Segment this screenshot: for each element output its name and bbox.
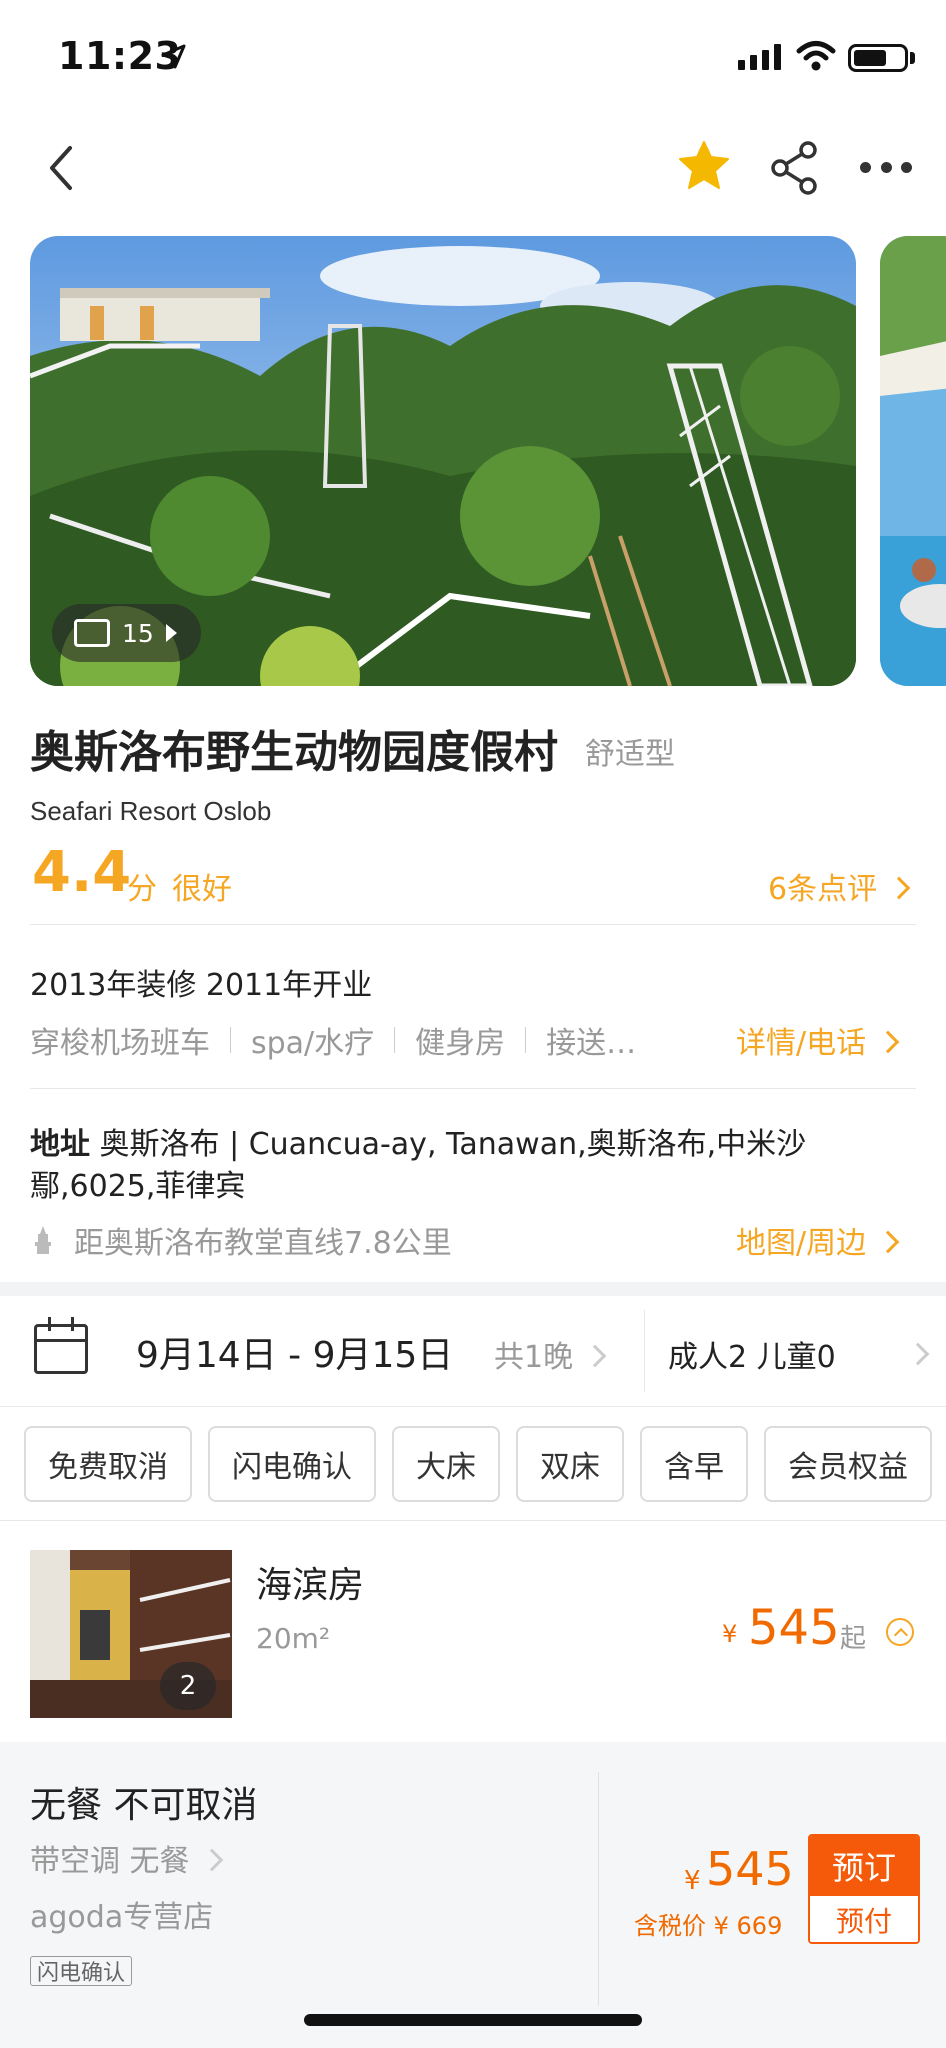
- facility-item: 接送…: [546, 1026, 637, 1061]
- rate-plan-subtitle: 带空调 无餐: [30, 1844, 190, 1879]
- photo-count-badge[interactable]: 15: [52, 604, 201, 662]
- hotel-address: 地址 奥斯洛布 | Cuancua-ay, Tanawan,奥斯洛布,中米沙鄢,…: [30, 1124, 910, 1208]
- wifi-icon: [796, 41, 836, 71]
- reviews-link-label: 6条点评: [768, 872, 878, 907]
- home-indicator[interactable]: [304, 2014, 642, 2026]
- room-photo[interactable]: 2: [30, 1550, 232, 1718]
- chevron-right-icon: [200, 1848, 223, 1872]
- hotel-type: 舒适型: [585, 737, 675, 772]
- chevron-right-icon: [906, 1342, 930, 1366]
- filter-breakfast[interactable]: 含早: [640, 1426, 748, 1502]
- rating-description: 很好: [172, 872, 232, 907]
- location-arrow-icon: [161, 44, 186, 69]
- cellular-signal-icon: [738, 44, 781, 70]
- battery-icon: [848, 44, 908, 72]
- map-nearby-link[interactable]: 地图/周边: [736, 1218, 900, 1262]
- filter-king-bed[interactable]: 大床: [392, 1426, 500, 1502]
- room-price-suffix: 起: [840, 1624, 867, 1654]
- facility-item: spa/水疗: [251, 1026, 375, 1061]
- facility-item: 穿梭机场班车: [30, 1026, 210, 1061]
- nights-label: 共1晚: [494, 1340, 574, 1375]
- book-button-sublabel: 预付: [810, 1896, 918, 1942]
- share-icon[interactable]: [768, 140, 824, 196]
- chevron-right-icon: [887, 876, 911, 900]
- room-price-currency: ¥: [722, 1620, 738, 1648]
- nights-count[interactable]: 共1晚: [494, 1332, 607, 1376]
- facility-separator: [394, 1027, 396, 1053]
- room-name: 海滨房: [256, 1565, 365, 1606]
- rate-plan-store: agoda专营店: [30, 1900, 214, 1935]
- collapse-up-icon[interactable]: [886, 1618, 914, 1646]
- divider: [0, 1520, 946, 1521]
- hotel-english-name: Seafari Resort Oslob: [30, 796, 272, 826]
- filter-twin-beds[interactable]: 双床: [516, 1426, 624, 1502]
- address-label: 地址: [30, 1127, 90, 1162]
- map-nearby-label: 地图/周边: [736, 1226, 867, 1261]
- rate-price: 545: [706, 1842, 794, 1896]
- filter-chips: 免费取消 闪电确认 大床 双床 含早 会员权益: [24, 1426, 932, 1502]
- hotel-photo-next[interactable]: [880, 236, 946, 686]
- divider: [30, 1088, 916, 1089]
- landmark-pagoda-icon: [35, 1226, 51, 1254]
- more-options-icon[interactable]: [860, 150, 912, 184]
- vertical-divider: [598, 1772, 599, 2006]
- chevron-right-icon: [583, 1344, 607, 1368]
- landmark-text: 距奥斯洛布教堂直线7.8公里: [74, 1226, 452, 1261]
- rate-price-currency: ¥: [684, 1866, 701, 1896]
- reviews-link[interactable]: 6条点评: [768, 864, 911, 908]
- calendar-icon[interactable]: [34, 1317, 88, 1374]
- rate-plan-title: 无餐 不可取消: [30, 1785, 258, 1826]
- details-phone-label: 详情/电话: [736, 1026, 867, 1061]
- details-phone-link[interactable]: 详情/电话: [736, 1018, 900, 1062]
- battery-nub: [910, 52, 915, 64]
- favorite-star-icon[interactable]: [676, 138, 732, 194]
- landmark-distance: 距奥斯洛布教堂直线7.8公里: [30, 1218, 452, 1262]
- vertical-divider: [644, 1310, 645, 1392]
- book-button[interactable]: 预订 预付: [808, 1834, 920, 1944]
- date-range[interactable]: 9月14日 - 9月15日: [136, 1326, 453, 1378]
- hotel-name: 奥斯洛布野生动物园度假村: [30, 727, 558, 778]
- filter-instant-confirm[interactable]: 闪电确认: [208, 1426, 376, 1502]
- facility-item: 健身房: [415, 1026, 506, 1061]
- room-photo-count: 2: [160, 1662, 216, 1710]
- filter-free-cancel[interactable]: 免费取消: [24, 1426, 192, 1502]
- instant-confirm-tag: 闪电确认: [30, 1956, 133, 1986]
- rate-plan-details[interactable]: 带空调 无餐: [30, 1836, 223, 1880]
- guest-selector[interactable]: 成人2 儿童0: [668, 1332, 836, 1376]
- facilities-list: 穿梭机场班车 spa/水疗 健身房 接送…: [30, 1018, 636, 1062]
- section-gap: [0, 1282, 946, 1296]
- facility-separator: [525, 1027, 527, 1053]
- filter-member-benefits[interactable]: 会员权益: [764, 1426, 932, 1502]
- hotel-photo-next-image: [880, 236, 946, 686]
- hotel-photo-main[interactable]: 15: [30, 236, 856, 686]
- room-price: 545: [748, 1600, 840, 1656]
- rating-unit: 分: [127, 872, 157, 907]
- chevron-right-icon: [876, 1030, 900, 1054]
- rating-score: 4.4: [32, 840, 132, 905]
- address-text: 奥斯洛布 | Cuancua-ay, Tanawan,奥斯洛布,中米沙鄢,602…: [30, 1127, 807, 1204]
- rate-tax-price: 含税价 ¥ 669: [634, 1912, 783, 1940]
- room-size: 20m²: [256, 1622, 331, 1655]
- facility-separator: [230, 1027, 231, 1053]
- renovation-info: 2013年装修 2011年开业: [30, 968, 373, 1003]
- image-icon: [74, 619, 110, 647]
- book-button-label: 预订: [810, 1836, 918, 1896]
- chevron-right-icon: [876, 1230, 900, 1254]
- photo-count: 15: [122, 618, 154, 648]
- date-guest-row: 9月14日 - 9月15日 共1晚 成人2 儿童0: [0, 1296, 946, 1406]
- back-icon[interactable]: [40, 140, 84, 196]
- divider: [0, 1406, 946, 1407]
- status-bar: 11:23: [0, 0, 946, 120]
- play-arrow-icon: [165, 624, 177, 642]
- divider: [30, 924, 916, 925]
- rate-plan-panel: 无餐 不可取消 带空调 无餐 agoda专营店 闪电确认 ¥ 545 含税价 ¥…: [0, 1742, 946, 2048]
